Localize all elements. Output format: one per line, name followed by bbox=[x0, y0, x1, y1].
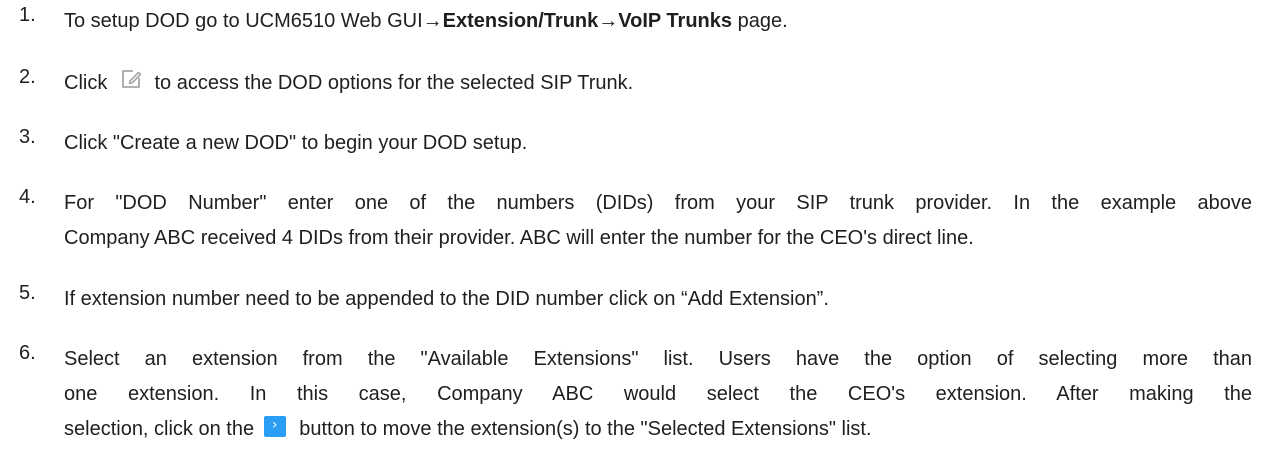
step-text: For "DOD Number" enter one of the number… bbox=[64, 186, 1252, 256]
step-1-outro: page. bbox=[732, 10, 788, 32]
nav-arrow: → bbox=[422, 10, 443, 32]
edit-icon bbox=[119, 67, 143, 91]
step-number: 6. bbox=[19, 342, 36, 364]
step-6-line-2: one extension. In this case, Company ABC… bbox=[64, 383, 1252, 405]
step-6-line-3-outro: button to move the extension(s) to the "… bbox=[299, 418, 872, 440]
step-text: Click to access the DOD options for the … bbox=[64, 66, 1252, 101]
step-number: 2. bbox=[19, 66, 36, 88]
step-5-text: If extension number need to be appended … bbox=[64, 288, 829, 310]
nav-arrow: → bbox=[598, 10, 619, 32]
step-number: 3. bbox=[19, 126, 36, 148]
step-6-line-1: Select an extension from the "Available … bbox=[64, 348, 1252, 370]
step-6-line-3-intro: selection, click on the bbox=[64, 418, 255, 440]
step-number: 4. bbox=[19, 186, 36, 208]
step-4-line-1: For "DOD Number" enter one of the number… bbox=[64, 192, 1252, 214]
step-number: 1. bbox=[19, 4, 36, 26]
move-right-button-icon: › bbox=[263, 416, 286, 437]
step-2-outro: to access the DOD options for the select… bbox=[154, 72, 634, 94]
nav-voip-trunks: VoIP Trunks bbox=[618, 10, 733, 32]
step-text: Click "Create a new DOD" to begin your D… bbox=[64, 126, 1252, 161]
step-2-intro: Click bbox=[64, 72, 108, 94]
nav-extension-trunk: Extension/Trunk bbox=[442, 10, 599, 32]
step-text: Select an extension from the "Available … bbox=[64, 342, 1252, 447]
chevron-right-icon: › bbox=[271, 417, 278, 433]
step-3-text: Click "Create a new DOD" to begin your D… bbox=[64, 132, 528, 154]
step-text: If extension number need to be appended … bbox=[64, 282, 1252, 317]
step-text: To setup DOD go to UCM6510 Web GUI→Exten… bbox=[64, 4, 1252, 39]
step-number: 5. bbox=[19, 282, 36, 304]
step-1-intro: To setup DOD go to UCM6510 Web GUI bbox=[64, 10, 423, 32]
step-4-line-2: Company ABC received 4 DIDs from their p… bbox=[64, 227, 974, 249]
